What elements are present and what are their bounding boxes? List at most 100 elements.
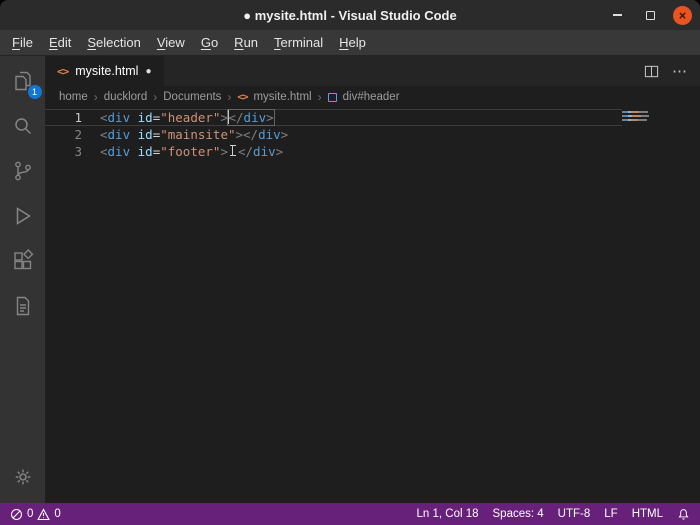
tab-label: mysite.html <box>75 64 139 78</box>
code-token: div <box>253 144 276 159</box>
run-debug-icon[interactable] <box>11 204 35 228</box>
window-title: ● mysite.html - Visual Studio Code <box>243 7 457 23</box>
status-left: 0 0 <box>10 507 61 521</box>
cursor-position[interactable]: Ln 1, Col 18 <box>417 508 479 520</box>
source-control-icon[interactable] <box>11 159 35 183</box>
status-bar: 0 0 Ln 1, Col 18 Spaces: 4 UTF-8 LF HTML <box>0 503 700 525</box>
git-branch-icon <box>14 161 31 181</box>
minimize-button[interactable] <box>607 5 627 25</box>
code-token: </ <box>243 127 259 142</box>
editor[interactable]: 1 <div id="header"></div> 2 <div id="mainsi… <box>45 108 700 503</box>
code-lines: 1 <div id="header"></div> 2 <div id="mainsi… <box>45 109 700 160</box>
code-token: > <box>266 110 274 125</box>
notifications-bell-icon[interactable] <box>677 508 690 521</box>
squares-icon <box>13 249 33 270</box>
window-controls: × <box>607 0 692 30</box>
language-mode[interactable]: HTML <box>632 508 663 520</box>
code-line[interactable]: 3 <div id="footer"> </div> <box>45 143 622 160</box>
code-line[interactable]: 1 <div id="header"></div> <box>45 109 622 126</box>
gear-icon <box>15 469 30 485</box>
activity-bar: 1 <box>0 56 45 503</box>
breadcrumb-file[interactable]: mysite.html <box>253 91 311 103</box>
chevron-right-icon: › <box>153 90 158 104</box>
minimap-line <box>622 119 647 121</box>
breadcrumb: home › ducklord › Documents › <> mysite.… <box>45 86 700 108</box>
html-file-icon: <> <box>237 91 248 103</box>
indentation-setting[interactable]: Spaces: 4 <box>493 508 544 520</box>
code-text: <div id="footer"> </div> <box>82 143 283 160</box>
editor-group: <> mysite.html ● ⋯ home › ducklord › Doc… <box>45 56 700 503</box>
code-token: </ <box>228 110 244 125</box>
warning-count: 0 <box>54 508 61 520</box>
document-icon <box>16 296 29 316</box>
line-number: 3 <box>74 144 82 159</box>
status-right: Ln 1, Col 18 Spaces: 4 UTF-8 LF HTML <box>417 508 691 521</box>
split-editor-icon[interactable] <box>644 64 659 79</box>
eol-setting[interactable]: LF <box>604 508 617 520</box>
encoding-setting[interactable]: UTF-8 <box>558 508 591 520</box>
custom-view-icon[interactable] <box>11 294 35 318</box>
editor-actions: ⋯ <box>644 56 700 86</box>
error-circle-icon <box>10 508 23 520</box>
code-token: id <box>137 144 153 159</box>
code-token: > <box>280 127 289 142</box>
html-file-icon: <> <box>57 64 69 78</box>
magnifier-icon <box>14 118 31 135</box>
menu-terminal[interactable]: Terminal <box>266 32 331 53</box>
title-bar: ● mysite.html - Visual Studio Code × <box>0 0 700 30</box>
error-count: 0 <box>27 508 34 520</box>
code-token: < <box>100 110 108 125</box>
breadcrumb-ducklord[interactable]: ducklord <box>104 91 147 103</box>
line-number: 1 <box>74 110 82 125</box>
breadcrumb-symbol[interactable]: div#header <box>343 91 400 103</box>
code-text: <div id="mainsite"></div> <box>82 126 288 143</box>
code-text: <div id="header"></div> <box>82 109 275 126</box>
menu-help[interactable]: Help <box>331 32 374 53</box>
tab-bar: <> mysite.html ● ⋯ <box>45 56 700 86</box>
warning-triangle-icon <box>37 507 51 520</box>
code-token: < <box>100 127 108 142</box>
code-token: "header" <box>160 110 221 125</box>
maximize-button[interactable] <box>640 5 660 25</box>
unsaved-changes-dot-icon[interactable]: ● <box>145 66 151 77</box>
menu-view[interactable]: View <box>149 32 193 53</box>
menu-run[interactable]: Run <box>226 32 266 53</box>
close-icon: × <box>678 7 687 23</box>
chevron-right-icon: › <box>317 90 322 104</box>
breadcrumb-home[interactable]: home <box>59 91 88 103</box>
code-token: </ <box>237 144 254 159</box>
close-button[interactable]: × <box>673 5 692 25</box>
code-token: > <box>235 127 244 142</box>
symbol-element-icon <box>327 92 337 102</box>
problems-indicator[interactable]: 0 0 <box>10 507 61 521</box>
menu-go[interactable]: Go <box>193 32 226 53</box>
code-token: "footer" <box>160 144 221 159</box>
play-bug-icon <box>16 207 31 225</box>
code-token: div <box>258 127 281 142</box>
extensions-icon[interactable] <box>11 249 35 273</box>
settings-button[interactable] <box>11 465 35 489</box>
menu-selection[interactable]: Selection <box>79 32 148 53</box>
menu-file[interactable]: File <box>4 32 41 53</box>
chevron-right-icon: › <box>93 90 98 104</box>
minimize-icon <box>612 14 622 16</box>
search-icon[interactable] <box>11 114 35 138</box>
minimap[interactable] <box>622 111 650 123</box>
explorer-icon[interactable]: 1 <box>11 69 42 99</box>
breadcrumb-documents[interactable]: Documents <box>163 91 221 103</box>
code-line[interactable]: 2 <div id="mainsite"></div> <box>45 126 622 143</box>
code-token: "mainsite" <box>160 127 236 142</box>
menu-edit[interactable]: Edit <box>41 32 79 53</box>
code-token: div <box>107 110 131 125</box>
more-actions-icon[interactable]: ⋯ <box>672 62 687 80</box>
minimap-line <box>622 115 649 117</box>
mouse-ibeam-cursor <box>229 144 237 157</box>
maximize-icon <box>645 10 655 20</box>
main-area: 1 <> mysite.html ● ⋯ home › ducklord › D… <box>0 56 700 503</box>
tab-mysite-html[interactable]: <> mysite.html ● <box>45 56 164 86</box>
code-token: div <box>243 110 267 125</box>
line-number: 2 <box>74 127 82 142</box>
menu-bar: File Edit Selection View Go Run Terminal… <box>0 30 700 56</box>
code-token: > <box>220 144 228 159</box>
